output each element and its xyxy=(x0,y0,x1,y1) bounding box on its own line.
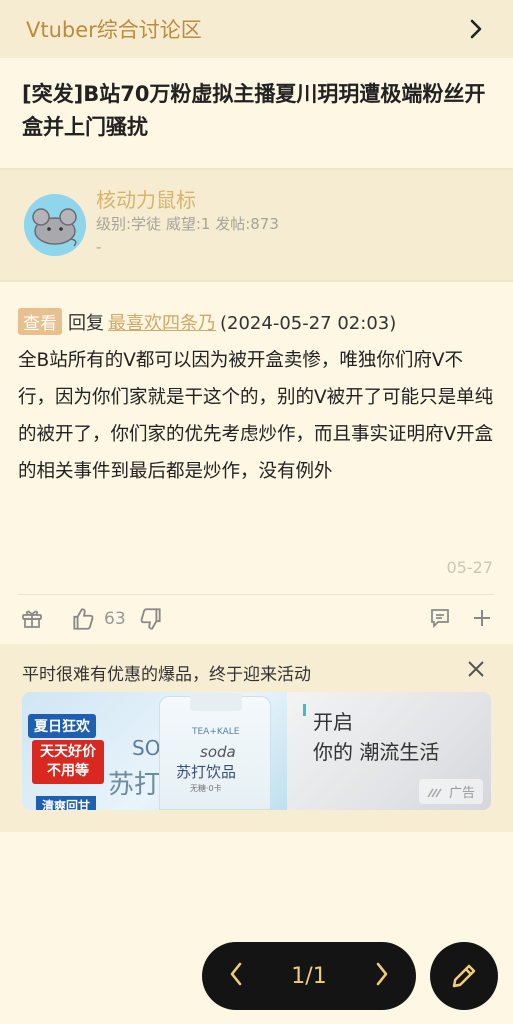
ad-slogan-line2: 你的 潮流生活 xyxy=(313,740,440,764)
ad-logo-icon xyxy=(427,788,442,797)
forum-header[interactable]: Vtuber综合讨论区 xyxy=(0,0,513,58)
gift-icon[interactable] xyxy=(20,606,44,630)
pager: 1/1 xyxy=(202,942,416,1010)
bottle-sub: 无糖·0卡 xyxy=(190,784,222,793)
ad-image-slogan: 开启 你的 潮流生活 广告 xyxy=(287,692,491,810)
forum-name[interactable]: Vtuber综合讨论区 xyxy=(26,14,202,44)
bottle-drink: 苏打饮品 xyxy=(176,763,237,781)
ad-banner[interactable]: 夏日狂欢 天天好价 不用等 清爽回甘 SO 苏打 TEA+KALE soda 苏… xyxy=(22,692,491,810)
ad-image-product: 夏日狂欢 天天好价 不用等 清爽回甘 SO 苏打 TEA+KALE soda 苏… xyxy=(22,692,287,810)
view-badge[interactable]: 查看 xyxy=(18,308,62,335)
thumbs-down-icon[interactable] xyxy=(138,606,164,632)
reply-user-link[interactable]: 最喜欢四条乃 xyxy=(108,313,216,334)
ad-label: 广告 xyxy=(418,779,483,804)
pencil-icon xyxy=(452,964,476,988)
post: 查看 回复 最喜欢四条乃 (2024-05-27 02:03) 全B站所有的V都可以因… xyxy=(0,282,513,644)
avatar[interactable] xyxy=(24,194,86,256)
author-signature: - xyxy=(96,238,102,256)
reply-prefix: 回复 xyxy=(68,313,104,334)
post-date: 05-27 xyxy=(446,558,494,577)
divider xyxy=(18,594,494,595)
thread-title: [突发]B站70万粉虚拟主播夏川玥玥遭极端粉丝开盒并上门骚扰 xyxy=(22,82,486,139)
bottle-brand: TEA+KALE xyxy=(192,727,240,737)
chevron-left-icon[interactable] xyxy=(228,961,244,991)
page-indicator[interactable]: 1/1 xyxy=(291,964,326,989)
bottle-soda: soda xyxy=(200,743,236,761)
like-count: 63 xyxy=(104,609,126,629)
ad-tag-price-line1: 天天好价 xyxy=(40,744,96,760)
author-card: 核动力鼠标 级别:学徒 威望:1 发帖:873 - xyxy=(0,170,513,282)
ad-ghost-text-2: 苏打 xyxy=(108,770,161,800)
ad-tag-fresh: 清爽回甘 xyxy=(36,796,97,810)
quote-mark xyxy=(303,704,306,716)
ad-slogan-line1: 开启 xyxy=(313,710,353,734)
thread-page: Vtuber综合讨论区 [突发]B站70万粉虚拟主播夏川玥玥遭极端粉丝开盒并上门… xyxy=(0,0,513,1024)
close-icon[interactable] xyxy=(465,658,487,680)
ad-tag-summer: 夏日狂欢 xyxy=(28,714,96,738)
ad-label-text: 广告 xyxy=(448,786,475,801)
thumbs-up-icon xyxy=(73,608,94,630)
like-button[interactable]: 63 xyxy=(70,606,126,632)
chevron-right-icon[interactable] xyxy=(374,961,390,991)
reply-line: 查看 回复 最喜欢四条乃 (2024-05-27 02:03) xyxy=(18,308,498,335)
thread-title-area: [突发]B站70万粉虚拟主播夏川玥玥遭极端粉丝开盒并上门骚扰 xyxy=(0,58,513,170)
ad-tag-price-line2: 不用等 xyxy=(47,763,89,779)
compose-button[interactable] xyxy=(430,942,498,1010)
bottle-cap xyxy=(190,693,242,711)
bottle-image: TEA+KALE soda 苏打饮品 无糖·0卡 xyxy=(159,693,271,810)
ad-text[interactable]: 平时很难有优惠的爆品，终于迎来活动 xyxy=(22,660,311,685)
ad-tag-price: 天天好价 不用等 xyxy=(32,740,104,784)
author-meta: 级别:学徒 威望:1 发帖:873 xyxy=(96,215,279,233)
comment-icon[interactable] xyxy=(428,606,452,630)
post-body: 全B站所有的V都可以因为被开盒卖惨，唯独你们府V不行，因为你们家就是干这个的，别… xyxy=(18,350,494,482)
author-name[interactable]: 核动力鼠标 xyxy=(96,184,196,213)
reply-time: (2024-05-27 02:03) xyxy=(220,313,397,334)
ad-block[interactable]: 平时很难有优惠的爆品，终于迎来活动 夏日狂欢 天天好价 不用等 清爽回甘 SO … xyxy=(0,644,513,832)
post-actions: 63 xyxy=(0,600,513,644)
plus-icon[interactable] xyxy=(470,606,494,630)
ad-ghost-text: SO xyxy=(132,736,161,760)
chevron-right-icon[interactable] xyxy=(465,18,487,40)
